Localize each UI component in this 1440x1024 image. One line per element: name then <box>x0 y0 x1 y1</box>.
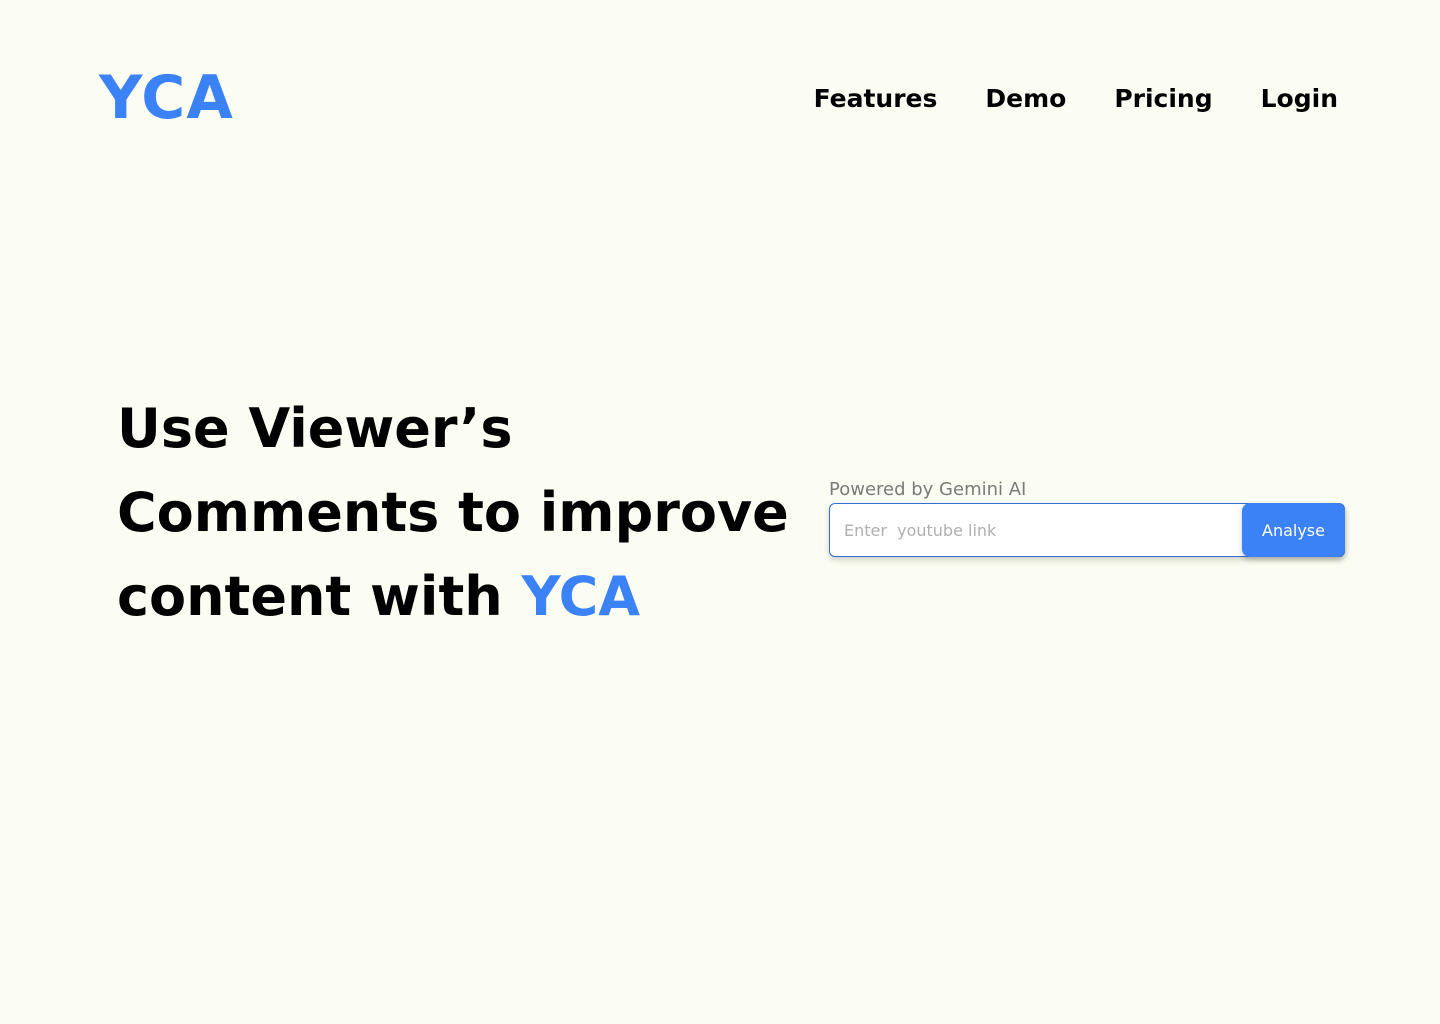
nav-link-demo[interactable]: Demo <box>985 82 1066 116</box>
youtube-link-form: Analyse <box>829 503 1345 557</box>
nav-link-features[interactable]: Features <box>814 82 938 116</box>
youtube-link-input[interactable] <box>830 504 1242 556</box>
powered-by-label: Powered by Gemini AI <box>829 479 1027 500</box>
logo[interactable]: YCA <box>99 62 234 134</box>
nav-link-login[interactable]: Login <box>1261 82 1338 116</box>
hero-title: Use Viewer’s Comments to improve content… <box>117 387 817 639</box>
hero-title-line-3-text: content with <box>117 565 522 628</box>
top-nav: Features Demo Pricing Login <box>814 82 1338 116</box>
hero-title-accent: YCA <box>521 565 641 628</box>
analyse-button[interactable]: Analyse <box>1242 503 1345 557</box>
hero-title-line-2: Comments to improve <box>117 481 789 544</box>
hero-title-line-1: Use Viewer’s <box>117 397 513 460</box>
nav-link-pricing[interactable]: Pricing <box>1114 82 1212 116</box>
hero-title-line-3: content with YCA <box>117 555 817 639</box>
